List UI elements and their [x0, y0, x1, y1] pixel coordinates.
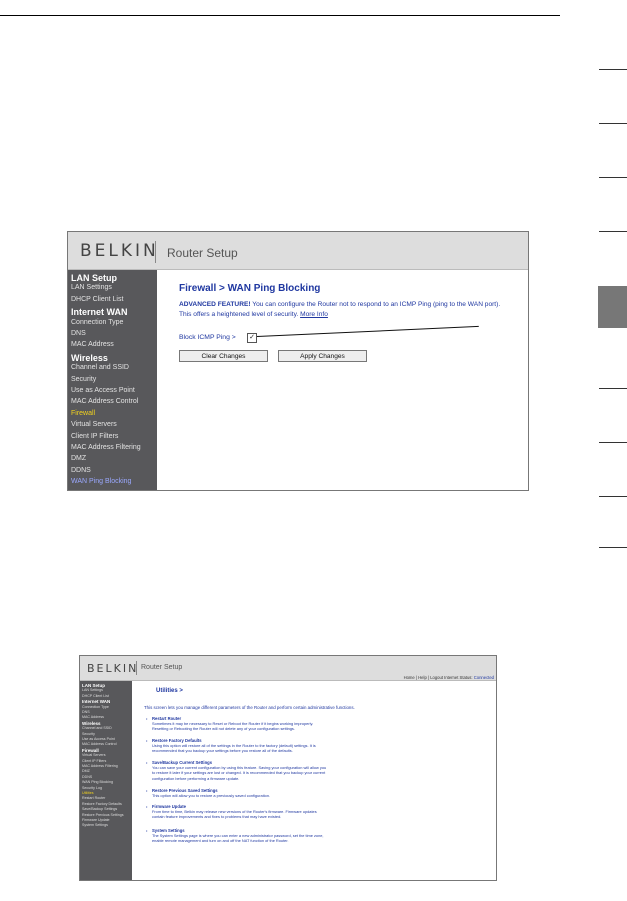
utility-description-line: enable remote management and turn on and…	[152, 838, 289, 844]
sidebar-item-dns[interactable]: DNS	[82, 710, 90, 714]
sidebar-item-client-ip-filters[interactable]: Client IP Filters	[71, 433, 118, 440]
sidebar-item-utilities[interactable]: Utilities	[82, 791, 94, 795]
sidebar-item-mac-address-filtering[interactable]: MAC Address Filtering	[82, 764, 118, 768]
belkin-logo: BELKIN	[87, 662, 139, 675]
utility-description-line: Resetting or Rebooting the Router will n…	[152, 726, 295, 732]
top-links-text[interactable]: Home | Help | Logout Internet Status:	[404, 675, 473, 680]
sidebar-item-ddns[interactable]: DDNS	[71, 467, 91, 474]
clear-changes-button[interactable]: Clear Changes	[179, 350, 268, 362]
sidebar-item-lan-settings[interactable]: LAN Settings	[71, 284, 112, 291]
page-title: Firewall > WAN Ping Blocking	[179, 283, 321, 294]
sidebar-item-wireless[interactable]: Wireless	[82, 721, 100, 726]
utility-description-line: contain feature improvements and fixes t…	[152, 814, 282, 820]
section-tick	[599, 442, 627, 443]
utility-description-line: configuration before performing a firmwa…	[152, 775, 240, 781]
block-icmp-ping-checkbox[interactable]: ✓	[247, 333, 257, 343]
utility-restore-factory-defaults: Restore Factory DefaultsUsing this optio…	[146, 738, 492, 754]
belkin-logo: BELKIN	[80, 241, 159, 261]
utility-system-settings: System SettingsThe System Settings page …	[146, 828, 492, 844]
section-tick	[599, 496, 627, 497]
description-line-2: This offers a heightened level of securi…	[179, 311, 301, 318]
section-tab-active	[598, 286, 627, 328]
top-links[interactable]: Home | Help | Logout Internet Status: Co…	[404, 675, 494, 680]
utility-save-backup-current-settings: Save/Backup Current SettingsYou can save…	[146, 760, 492, 781]
sidebar-item-mac-address[interactable]: MAC Address	[71, 341, 114, 348]
advanced-feature-label: ADVANCED FEATURE!	[179, 301, 251, 308]
callout-line	[256, 325, 479, 337]
sidebar-item-security[interactable]: Security	[82, 732, 95, 736]
top-rule	[0, 15, 560, 16]
sidebar-item-firmware-update[interactable]: Firmware Update	[82, 818, 110, 822]
apply-changes-button[interactable]: Apply Changes	[278, 350, 367, 362]
router-header: BELKIN Router Setup Home | Help | Logout…	[80, 656, 496, 681]
app-title: Router Setup	[167, 246, 238, 260]
section-tick	[599, 69, 627, 70]
sidebar-item-dhcp-client-list[interactable]: DHCP Client List	[82, 694, 109, 698]
sidebar-item-firewall[interactable]: Firewall	[82, 748, 99, 753]
utility-firmware-update: Firmware UpdateFrom time to time, Belkin…	[146, 804, 492, 820]
sidebar-item-dmz[interactable]: DMZ	[82, 769, 90, 773]
block-icmp-ping-label: Block ICMP Ping >	[179, 334, 236, 341]
sidebar-item-use-as-access-point[interactable]: Use as Access Point	[71, 387, 135, 394]
sidebar-item-restore-previous-settings[interactable]: Restore Previous Settings	[82, 813, 124, 817]
sidebar-item-lan-setup[interactable]: LAN Setup	[71, 273, 117, 283]
utilities-screenshot: BELKIN Router Setup Home | Help | Logout…	[79, 655, 497, 881]
sidebar-item-lan-setup[interactable]: LAN Setup	[82, 683, 105, 688]
description-line-1: You can configure the Router not to resp…	[250, 301, 501, 308]
sidebar-item-wan-ping-blocking[interactable]: WAN Ping Blocking	[71, 478, 131, 485]
sidebar-item-mac-address-filtering[interactable]: MAC Address Filtering	[71, 444, 141, 451]
sidebar-item-dhcp-client-list[interactable]: DHCP Client List	[71, 296, 123, 303]
sidebar-item-channel-and-ssid[interactable]: Channel and SSID	[71, 364, 129, 371]
utility-restore-previous-saved-settings: Restore Previous Saved SettingsThis opti…	[146, 788, 492, 799]
sidebar-item-mac-address-control[interactable]: MAC Address Control	[82, 742, 117, 746]
sidebar-item-wan-ping-blocking[interactable]: WAN Ping Blocking	[82, 780, 113, 784]
section-tick	[599, 388, 627, 389]
sidebar-item-internet-wan[interactable]: Internet WAN	[71, 307, 128, 317]
sidebar-item-restore-factory-defaults[interactable]: Restore Factory Defaults	[82, 802, 122, 806]
sidebar-item-client-ip-filters[interactable]: Client IP Filters	[82, 759, 106, 763]
router-header: BELKIN Router Setup	[68, 232, 528, 270]
page-intro: This screen lets you manage different pa…	[144, 705, 355, 710]
sidebar-item-security-log[interactable]: Security Log	[82, 786, 102, 790]
sidebar-item-connection-type[interactable]: Connection Type	[71, 319, 123, 326]
sidebar-item-dmz[interactable]: DMZ	[71, 455, 86, 462]
header-divider	[136, 661, 137, 675]
section-tick	[599, 231, 627, 232]
sidebar-item-dns[interactable]: DNS	[71, 330, 86, 337]
utility-description-line: This option will allow you to restore a …	[152, 793, 271, 799]
sidebar-item-virtual-servers[interactable]: Virtual Servers	[71, 421, 117, 428]
sidebar-item-mac-address-control[interactable]: MAC Address Control	[71, 398, 138, 405]
sidebar-item-connection-type[interactable]: Connection Type	[82, 705, 109, 709]
sidebar-item-firewall[interactable]: Firewall	[71, 410, 95, 417]
utility-description-line: recommended that you backup your setting…	[152, 748, 293, 754]
sidebar-item-virtual-servers[interactable]: Virtual Servers	[82, 753, 106, 757]
header-divider	[155, 241, 156, 263]
page-description: ADVANCED FEATURE! You can configure the …	[179, 300, 524, 320]
utility-restart-router: Restart RouterSometimes it may be necess…	[146, 716, 492, 732]
sidebar-item-security[interactable]: Security	[71, 376, 96, 383]
wan-ping-blocking-screenshot: BELKIN Router Setup LAN Setup LAN Setting…	[67, 231, 529, 491]
sidebar-item-save-backup-settings[interactable]: Save/Backup Settings	[82, 807, 117, 811]
sidebar-item-mac-address[interactable]: MAC Address	[82, 715, 104, 719]
sidebar-item-internet-wan[interactable]: Internet WAN	[82, 699, 110, 704]
more-info-link[interactable]: More Info	[300, 311, 328, 318]
page-title: Utilities >	[156, 688, 183, 694]
section-tick	[599, 547, 627, 548]
sidebar-nav: LAN Setup LAN Settings DHCP Client List Int…	[68, 270, 157, 490]
sidebar-item-channel-and-ssid[interactable]: Channel and SSID	[82, 726, 112, 730]
internet-status: Connected	[473, 675, 494, 680]
section-tick	[599, 177, 627, 178]
app-title: Router Setup	[141, 664, 183, 671]
sidebar-item-wireless[interactable]: Wireless	[71, 353, 108, 363]
section-tick	[599, 123, 627, 124]
sidebar-item-use-as-access-point[interactable]: Use as Access Point	[82, 737, 115, 741]
sidebar-item-lan-settings[interactable]: LAN Settings	[82, 688, 103, 692]
sidebar-item-system-settings[interactable]: System Settings	[82, 823, 108, 827]
sidebar-item-restart-router[interactable]: Restart Router	[82, 796, 105, 800]
sidebar-item-ddns[interactable]: DDNS	[82, 775, 92, 779]
sidebar-nav: LAN Setup LAN Settings DHCP Client List Int…	[80, 681, 132, 880]
